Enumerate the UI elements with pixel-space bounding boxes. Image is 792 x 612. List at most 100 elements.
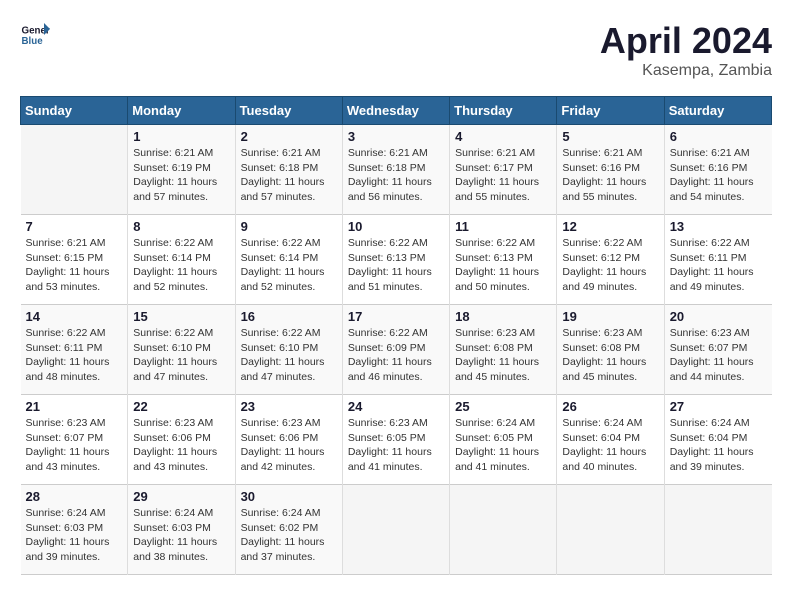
calendar-cell: 29 Sunrise: 6:24 AM Sunset: 6:03 PM Dayli… bbox=[128, 485, 235, 575]
day-number: 21 bbox=[26, 399, 123, 414]
day-number: 15 bbox=[133, 309, 229, 324]
calendar-cell: 12 Sunrise: 6:22 AM Sunset: 6:12 PM Dayli… bbox=[557, 215, 664, 305]
header-day-wednesday: Wednesday bbox=[342, 97, 449, 125]
day-number: 19 bbox=[562, 309, 658, 324]
day-info: Sunrise: 6:24 AM Sunset: 6:03 PM Dayligh… bbox=[133, 506, 229, 565]
day-number: 3 bbox=[348, 129, 444, 144]
day-number: 17 bbox=[348, 309, 444, 324]
day-info: Sunrise: 6:23 AM Sunset: 6:08 PM Dayligh… bbox=[562, 326, 658, 385]
day-info: Sunrise: 6:23 AM Sunset: 6:06 PM Dayligh… bbox=[241, 416, 337, 475]
day-info: Sunrise: 6:24 AM Sunset: 6:03 PM Dayligh… bbox=[26, 506, 123, 565]
calendar-cell: 14Sunrise: 6:22 AM Sunset: 6:11 PM Dayli… bbox=[21, 305, 128, 395]
calendar-cell: 22 Sunrise: 6:23 AM Sunset: 6:06 PM Dayli… bbox=[128, 395, 235, 485]
day-info: Sunrise: 6:24 AM Sunset: 6:05 PM Dayligh… bbox=[455, 416, 551, 475]
day-number: 14 bbox=[26, 309, 123, 324]
svg-text:Blue: Blue bbox=[22, 36, 44, 47]
header-day-saturday: Saturday bbox=[664, 97, 771, 125]
calendar-cell: 25 Sunrise: 6:24 AM Sunset: 6:05 PM Dayli… bbox=[450, 395, 557, 485]
day-number: 7 bbox=[26, 219, 123, 234]
calendar-cell: 5 Sunrise: 6:21 AM Sunset: 6:16 PM Daylig… bbox=[557, 125, 664, 215]
day-info: Sunrise: 6:23 AM Sunset: 6:08 PM Dayligh… bbox=[455, 326, 551, 385]
day-number: 6 bbox=[670, 129, 767, 144]
day-number: 23 bbox=[241, 399, 337, 414]
month-title: April 2024 bbox=[600, 20, 772, 62]
calendar-cell: 13Sunrise: 6:22 AM Sunset: 6:11 PM Dayli… bbox=[664, 215, 771, 305]
day-info: Sunrise: 6:22 AM Sunset: 6:13 PM Dayligh… bbox=[455, 236, 551, 295]
calendar-header: SundayMondayTuesdayWednesdayThursdayFrid… bbox=[21, 97, 772, 125]
day-number: 2 bbox=[241, 129, 337, 144]
calendar-cell: 8Sunrise: 6:22 AM Sunset: 6:14 PM Daylig… bbox=[128, 215, 235, 305]
calendar-cell: 1Sunrise: 6:21 AM Sunset: 6:19 PM Daylig… bbox=[128, 125, 235, 215]
calendar-cell: 15 Sunrise: 6:22 AM Sunset: 6:10 PM Dayli… bbox=[128, 305, 235, 395]
logo: General Blue bbox=[20, 20, 50, 50]
day-info: Sunrise: 6:22 AM Sunset: 6:11 PM Dayligh… bbox=[670, 236, 767, 295]
day-number: 10 bbox=[348, 219, 444, 234]
calendar-cell: 26Sunrise: 6:24 AM Sunset: 6:04 PM Dayli… bbox=[557, 395, 664, 485]
calendar-cell: 30Sunrise: 6:24 AM Sunset: 6:02 PM Dayli… bbox=[235, 485, 342, 575]
logo-icon: General Blue bbox=[20, 20, 50, 50]
calendar-cell bbox=[21, 125, 128, 215]
location-subtitle: Kasempa, Zambia bbox=[600, 62, 772, 80]
calendar-cell: 3 Sunrise: 6:21 AM Sunset: 6:18 PM Daylig… bbox=[342, 125, 449, 215]
day-number: 12 bbox=[562, 219, 658, 234]
calendar-cell: 9 Sunrise: 6:22 AM Sunset: 6:14 PM Daylig… bbox=[235, 215, 342, 305]
day-number: 30 bbox=[241, 489, 337, 504]
day-info: Sunrise: 6:21 AM Sunset: 6:16 PM Dayligh… bbox=[670, 146, 767, 205]
day-info: Sunrise: 6:22 AM Sunset: 6:10 PM Dayligh… bbox=[241, 326, 337, 385]
day-info: Sunrise: 6:23 AM Sunset: 6:07 PM Dayligh… bbox=[26, 416, 123, 475]
calendar-week-5: 28 Sunrise: 6:24 AM Sunset: 6:03 PM Dayli… bbox=[21, 485, 772, 575]
calendar-cell: 6 Sunrise: 6:21 AM Sunset: 6:16 PM Daylig… bbox=[664, 125, 771, 215]
day-info: Sunrise: 6:23 AM Sunset: 6:07 PM Dayligh… bbox=[670, 326, 767, 385]
calendar-cell bbox=[664, 485, 771, 575]
calendar-cell: 20 Sunrise: 6:23 AM Sunset: 6:07 PM Dayli… bbox=[664, 305, 771, 395]
day-info: Sunrise: 6:21 AM Sunset: 6:18 PM Dayligh… bbox=[348, 146, 444, 205]
day-info: Sunrise: 6:22 AM Sunset: 6:14 PM Dayligh… bbox=[241, 236, 337, 295]
day-number: 25 bbox=[455, 399, 551, 414]
day-info: Sunrise: 6:21 AM Sunset: 6:18 PM Dayligh… bbox=[241, 146, 337, 205]
day-number: 9 bbox=[241, 219, 337, 234]
day-info: Sunrise: 6:22 AM Sunset: 6:09 PM Dayligh… bbox=[348, 326, 444, 385]
calendar-cell: 7 Sunrise: 6:21 AM Sunset: 6:15 PM Daylig… bbox=[21, 215, 128, 305]
calendar-cell: 21 Sunrise: 6:23 AM Sunset: 6:07 PM Dayli… bbox=[21, 395, 128, 485]
day-info: Sunrise: 6:23 AM Sunset: 6:06 PM Dayligh… bbox=[133, 416, 229, 475]
day-number: 20 bbox=[670, 309, 767, 324]
calendar-cell bbox=[557, 485, 664, 575]
header-day-friday: Friday bbox=[557, 97, 664, 125]
calendar-cell bbox=[342, 485, 449, 575]
day-number: 11 bbox=[455, 219, 551, 234]
title-block: April 2024 Kasempa, Zambia bbox=[600, 20, 772, 80]
calendar-table: SundayMondayTuesdayWednesdayThursdayFrid… bbox=[20, 96, 772, 575]
calendar-cell: 27Sunrise: 6:24 AM Sunset: 6:04 PM Dayli… bbox=[664, 395, 771, 485]
day-number: 28 bbox=[26, 489, 123, 504]
calendar-body: 1Sunrise: 6:21 AM Sunset: 6:19 PM Daylig… bbox=[21, 125, 772, 575]
page-header: General Blue April 2024 Kasempa, Zambia bbox=[20, 20, 772, 80]
day-number: 16 bbox=[241, 309, 337, 324]
calendar-week-1: 1Sunrise: 6:21 AM Sunset: 6:19 PM Daylig… bbox=[21, 125, 772, 215]
day-info: Sunrise: 6:24 AM Sunset: 6:04 PM Dayligh… bbox=[670, 416, 767, 475]
calendar-cell: 24 Sunrise: 6:23 AM Sunset: 6:05 PM Dayli… bbox=[342, 395, 449, 485]
day-info: Sunrise: 6:22 AM Sunset: 6:13 PM Dayligh… bbox=[348, 236, 444, 295]
header-day-tuesday: Tuesday bbox=[235, 97, 342, 125]
calendar-cell: 18Sunrise: 6:23 AM Sunset: 6:08 PM Dayli… bbox=[450, 305, 557, 395]
calendar-cell: 16 Sunrise: 6:22 AM Sunset: 6:10 PM Dayli… bbox=[235, 305, 342, 395]
calendar-week-4: 21 Sunrise: 6:23 AM Sunset: 6:07 PM Dayli… bbox=[21, 395, 772, 485]
day-info: Sunrise: 6:24 AM Sunset: 6:04 PM Dayligh… bbox=[562, 416, 658, 475]
calendar-cell: 10 Sunrise: 6:22 AM Sunset: 6:13 PM Dayli… bbox=[342, 215, 449, 305]
day-info: Sunrise: 6:23 AM Sunset: 6:05 PM Dayligh… bbox=[348, 416, 444, 475]
calendar-cell bbox=[450, 485, 557, 575]
calendar-cell: 11 Sunrise: 6:22 AM Sunset: 6:13 PM Dayli… bbox=[450, 215, 557, 305]
day-info: Sunrise: 6:22 AM Sunset: 6:10 PM Dayligh… bbox=[133, 326, 229, 385]
day-number: 1 bbox=[133, 129, 229, 144]
calendar-week-2: 7 Sunrise: 6:21 AM Sunset: 6:15 PM Daylig… bbox=[21, 215, 772, 305]
day-number: 24 bbox=[348, 399, 444, 414]
day-number: 5 bbox=[562, 129, 658, 144]
day-number: 22 bbox=[133, 399, 229, 414]
day-number: 29 bbox=[133, 489, 229, 504]
calendar-cell: 19 Sunrise: 6:23 AM Sunset: 6:08 PM Dayli… bbox=[557, 305, 664, 395]
day-info: Sunrise: 6:21 AM Sunset: 6:16 PM Dayligh… bbox=[562, 146, 658, 205]
calendar-week-3: 14Sunrise: 6:22 AM Sunset: 6:11 PM Dayli… bbox=[21, 305, 772, 395]
day-info: Sunrise: 6:22 AM Sunset: 6:12 PM Dayligh… bbox=[562, 236, 658, 295]
calendar-cell: 4Sunrise: 6:21 AM Sunset: 6:17 PM Daylig… bbox=[450, 125, 557, 215]
day-info: Sunrise: 6:21 AM Sunset: 6:15 PM Dayligh… bbox=[26, 236, 123, 295]
day-number: 4 bbox=[455, 129, 551, 144]
